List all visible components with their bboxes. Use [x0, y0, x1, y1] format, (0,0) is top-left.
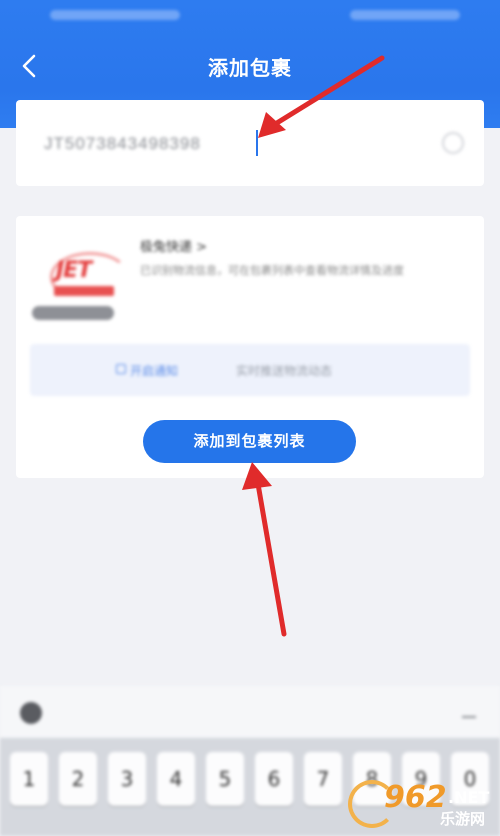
site-watermark: 962 .NET 乐游网 [340, 778, 490, 830]
key-7[interactable]: 7 [304, 752, 342, 806]
courier-description: 已识别物流信息，可在包裹列表中查看物流详情及进度 [140, 264, 404, 277]
clear-icon[interactable] [442, 132, 464, 154]
key-6[interactable]: 6 [255, 752, 293, 806]
status-left [50, 10, 180, 20]
text-cursor [256, 130, 258, 156]
key-2[interactable]: 2 [59, 752, 97, 806]
keyboard-toolbar [0, 686, 500, 738]
notify-toggle-label[interactable]: 开启通知 [130, 362, 178, 379]
chevron-down-icon[interactable] [462, 708, 476, 718]
courier-name-link[interactable]: 极兔快递 > [140, 236, 207, 255]
logo-bar [54, 286, 114, 296]
key-5[interactable]: 5 [206, 752, 244, 806]
key-3[interactable]: 3 [108, 752, 146, 806]
notification-row[interactable]: 开启通知 实时推送物流动态 [30, 344, 470, 396]
arrow-to-button [242, 462, 287, 637]
status-bar [0, 6, 500, 24]
page-title: 添加包裹 [208, 56, 292, 80]
watermark-site-name: 乐游网 [440, 810, 486, 828]
watermark-number: 962 [384, 780, 447, 815]
key-4[interactable]: 4 [157, 752, 195, 806]
status-right [350, 10, 460, 20]
add-to-package-list-button[interactable]: 添加到包裹列表 [143, 420, 356, 463]
tracking-input-card [16, 100, 484, 186]
tracking-number-input[interactable] [42, 128, 426, 160]
notify-description: 实时推送物流动态 [236, 364, 333, 378]
keyboard-logo-icon[interactable] [20, 702, 42, 724]
watermark-suffix: .NET [448, 788, 490, 807]
logo-caption [32, 306, 114, 320]
checkbox-icon [116, 364, 126, 374]
key-1[interactable]: 1 [10, 752, 48, 806]
logo-mark: JET [56, 258, 92, 283]
